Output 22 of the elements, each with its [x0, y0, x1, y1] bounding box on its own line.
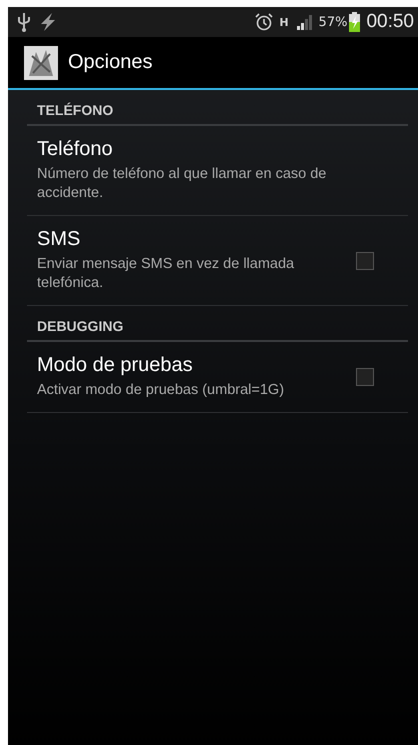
signal-icon — [294, 14, 313, 30]
category-header: TELÉFONO — [27, 90, 408, 126]
battery-charging-icon — [349, 12, 360, 32]
preference-item[interactable]: Teléfono Número de teléfono al que llamar en caso de accidente. — [27, 126, 408, 216]
app-icon — [24, 46, 58, 80]
network-type-label: H — [279, 16, 289, 28]
preference-title: SMS — [37, 228, 82, 251]
preference-summary: Activar modo de pruebas (umbral=1G) — [37, 381, 284, 400]
category-header: DEBUGGING — [27, 306, 408, 342]
usb-icon — [18, 12, 30, 32]
clock-time: 00:50 — [366, 11, 414, 33]
preference-item[interactable]: SMS Enviar mensaje SMS en vez de llamada telefónica. — [27, 216, 408, 306]
alarm-clock-icon — [255, 13, 274, 31]
checkbox[interactable] — [356, 368, 374, 386]
battery-percentage: 57% — [318, 14, 348, 30]
preference-title: Teléfono — [37, 138, 114, 161]
checkbox[interactable] — [356, 252, 374, 270]
preference-item[interactable]: Modo de pruebas Activar modo de pruebas (umbral=1G) — [27, 342, 408, 413]
preference-title: Modo de pruebas — [37, 354, 194, 377]
screen-title: Opciones — [68, 51, 152, 74]
preference-summary: Enviar mensaje SMS en vez de llamada telefónica. — [37, 255, 296, 293]
preference-summary: Número de teléfono al que llamar en caso de accidente. — [37, 165, 328, 203]
